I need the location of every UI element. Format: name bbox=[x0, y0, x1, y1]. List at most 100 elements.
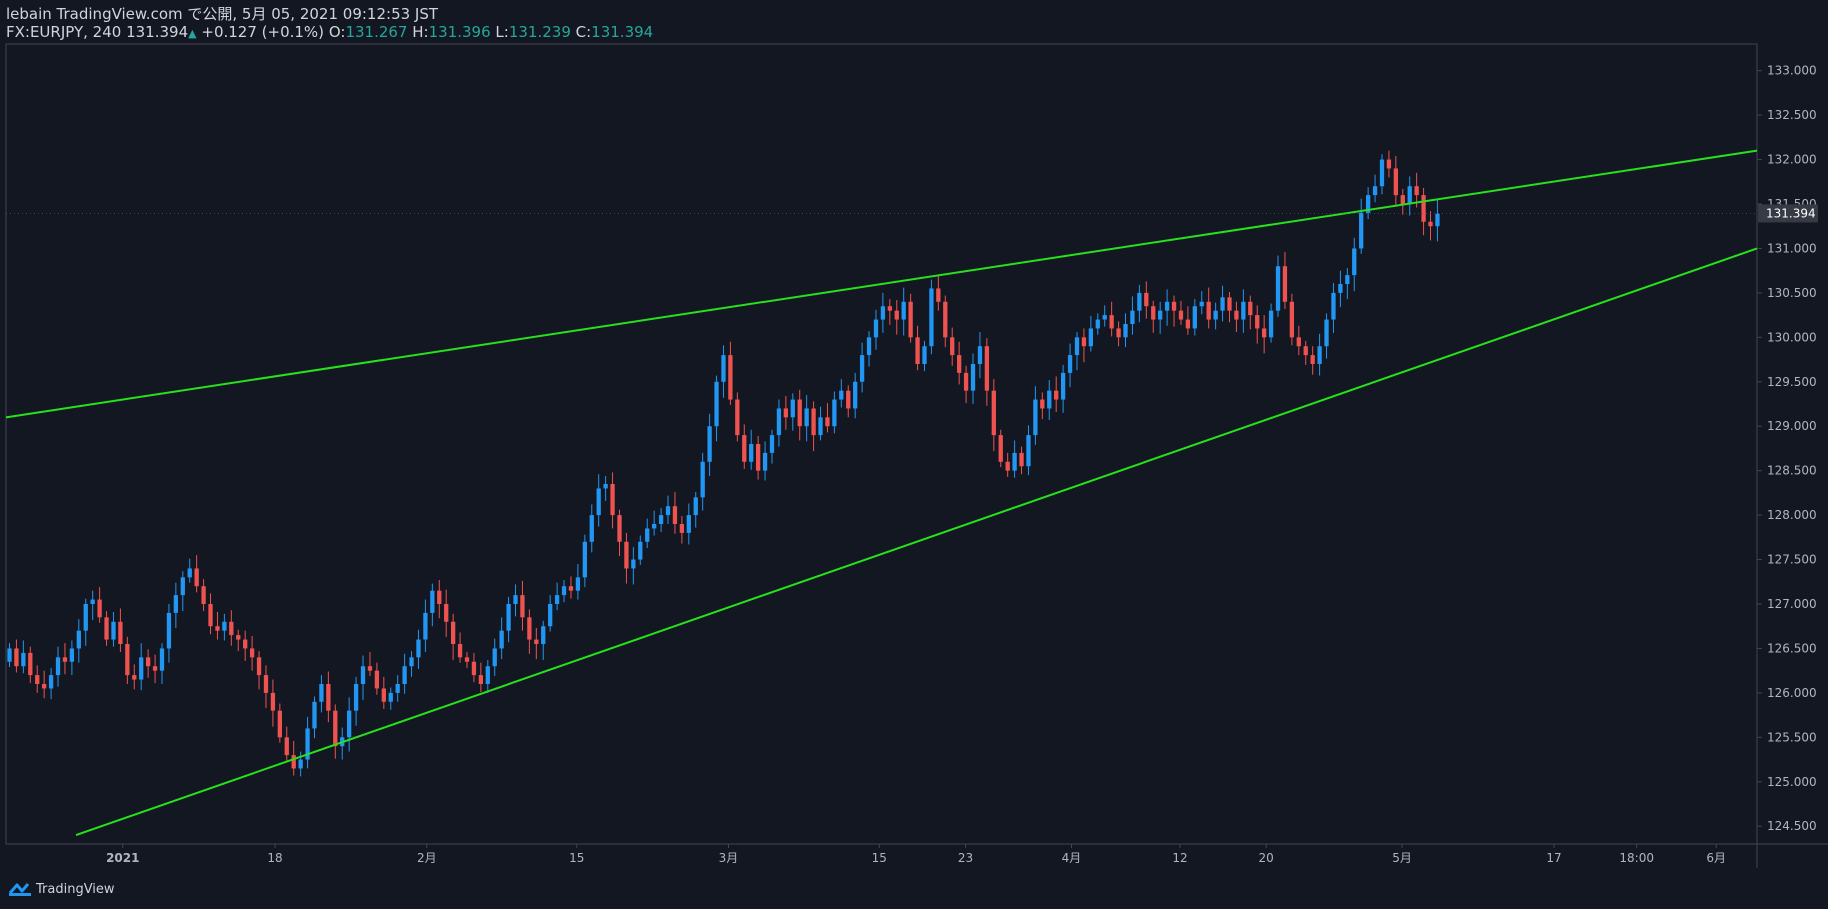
candle-body bbox=[42, 684, 47, 689]
candle-body bbox=[1248, 301, 1253, 316]
candle-body bbox=[790, 399, 795, 418]
candle-body bbox=[520, 595, 525, 618]
candle-body bbox=[35, 675, 40, 684]
time-axis[interactable]: 2021 18 2月 15 3月 15 23 4月 12 20 5月 17 18:00 6月 bbox=[106, 844, 1726, 865]
candle-body bbox=[243, 639, 248, 649]
candle-body bbox=[887, 306, 892, 311]
price-tick-label: 132.000 bbox=[1767, 153, 1817, 167]
candle-body bbox=[326, 684, 331, 711]
candle-body bbox=[929, 288, 934, 347]
price-axis[interactable]: 124.500 125.000 125.500 126.000 126.500 127.0… bbox=[1757, 64, 1817, 834]
price-chart[interactable]: 124.500 125.000 125.500 126.000 126.500 127.0… bbox=[0, 0, 1828, 909]
candle-body bbox=[499, 630, 504, 649]
candle-body bbox=[1054, 390, 1059, 400]
candle-body bbox=[159, 648, 165, 671]
candle-body bbox=[1386, 159, 1392, 169]
candle-body bbox=[1116, 328, 1121, 338]
candle-body bbox=[471, 661, 477, 676]
candle-body bbox=[1303, 346, 1308, 356]
time-tick-label: 20 bbox=[1259, 851, 1274, 865]
time-tick-label: 2021 bbox=[106, 851, 139, 865]
candle-body bbox=[936, 288, 941, 302]
candle-body bbox=[866, 337, 872, 356]
time-tick-label: 4月 bbox=[1062, 851, 1082, 865]
time-tick-label: 15 bbox=[872, 851, 887, 865]
candle-body bbox=[492, 648, 497, 667]
time-tick-label: 2月 bbox=[417, 851, 437, 865]
candle-body bbox=[402, 666, 407, 684]
candle-body bbox=[374, 670, 380, 689]
candle-body bbox=[236, 635, 241, 640]
candle-body bbox=[208, 604, 213, 627]
candle-body bbox=[1005, 461, 1010, 471]
candle-body bbox=[811, 408, 816, 436]
candle-body bbox=[360, 666, 366, 684]
candle-body bbox=[735, 399, 740, 436]
candle-body bbox=[998, 435, 1003, 462]
candle-body bbox=[1421, 195, 1426, 222]
candle-body bbox=[957, 355, 962, 373]
candle-body bbox=[1275, 266, 1281, 311]
footer-brand-text: TradingView bbox=[36, 881, 115, 897]
candle-body bbox=[554, 595, 560, 604]
candle-body bbox=[145, 657, 151, 667]
candle-body bbox=[1379, 159, 1385, 187]
candle-body bbox=[1026, 435, 1031, 467]
candle-body bbox=[832, 399, 837, 427]
candle-body bbox=[485, 666, 490, 684]
candle-body bbox=[83, 604, 88, 631]
candle-body bbox=[853, 381, 858, 409]
price-tick-label: 126.500 bbox=[1767, 641, 1817, 655]
candle-body bbox=[1331, 292, 1336, 320]
price-tick-label: 124.500 bbox=[1767, 819, 1817, 833]
candle-body bbox=[950, 337, 955, 356]
candle-body bbox=[859, 355, 865, 382]
candle-body bbox=[388, 692, 393, 702]
candle-body bbox=[97, 599, 102, 618]
footer-brand[interactable]: TradingView bbox=[8, 881, 115, 897]
candle-body bbox=[894, 310, 899, 320]
candle-body bbox=[353, 684, 359, 711]
candle-body bbox=[333, 710, 338, 747]
candle-body bbox=[173, 595, 179, 613]
candle-body bbox=[610, 484, 615, 516]
candle-body bbox=[1241, 301, 1246, 320]
candle-body bbox=[728, 355, 733, 400]
candle-body bbox=[638, 541, 643, 560]
candle-body bbox=[991, 390, 996, 436]
candle-body bbox=[132, 675, 137, 680]
candle-body bbox=[548, 604, 553, 627]
candle-body bbox=[1192, 306, 1197, 329]
candle-body bbox=[1040, 399, 1045, 409]
price-tick-label: 125.500 bbox=[1767, 730, 1817, 744]
time-tick-label: 17 bbox=[1546, 851, 1561, 865]
candle-body bbox=[194, 568, 199, 587]
candle-body bbox=[839, 390, 844, 400]
candle-body bbox=[721, 355, 726, 382]
candle-body bbox=[1400, 195, 1405, 204]
candle-body bbox=[943, 301, 948, 338]
candle-body bbox=[1102, 315, 1107, 320]
candle-body bbox=[1081, 337, 1087, 347]
candle-body bbox=[1088, 328, 1094, 347]
plot-border bbox=[5, 43, 1758, 845]
candle-body bbox=[1393, 168, 1399, 196]
candle-body bbox=[1095, 319, 1100, 329]
candle-body bbox=[1033, 399, 1038, 436]
candle-body bbox=[291, 755, 296, 769]
candle-body bbox=[1282, 266, 1288, 302]
candle-body bbox=[1268, 310, 1274, 338]
candle-body bbox=[984, 346, 990, 391]
candle-body bbox=[762, 452, 768, 471]
price-tick-label: 127.500 bbox=[1767, 553, 1817, 567]
candle-body bbox=[270, 692, 276, 711]
candle-body bbox=[603, 484, 608, 489]
candle-body bbox=[645, 528, 650, 542]
candle-body bbox=[1324, 319, 1329, 347]
trendline-upper bbox=[5, 149, 1758, 419]
candle-body bbox=[1317, 346, 1322, 364]
candle-body bbox=[1338, 284, 1343, 293]
trendlines-layer[interactable] bbox=[5, 149, 1758, 837]
candle-body bbox=[1261, 328, 1267, 338]
candle-body bbox=[624, 541, 629, 569]
